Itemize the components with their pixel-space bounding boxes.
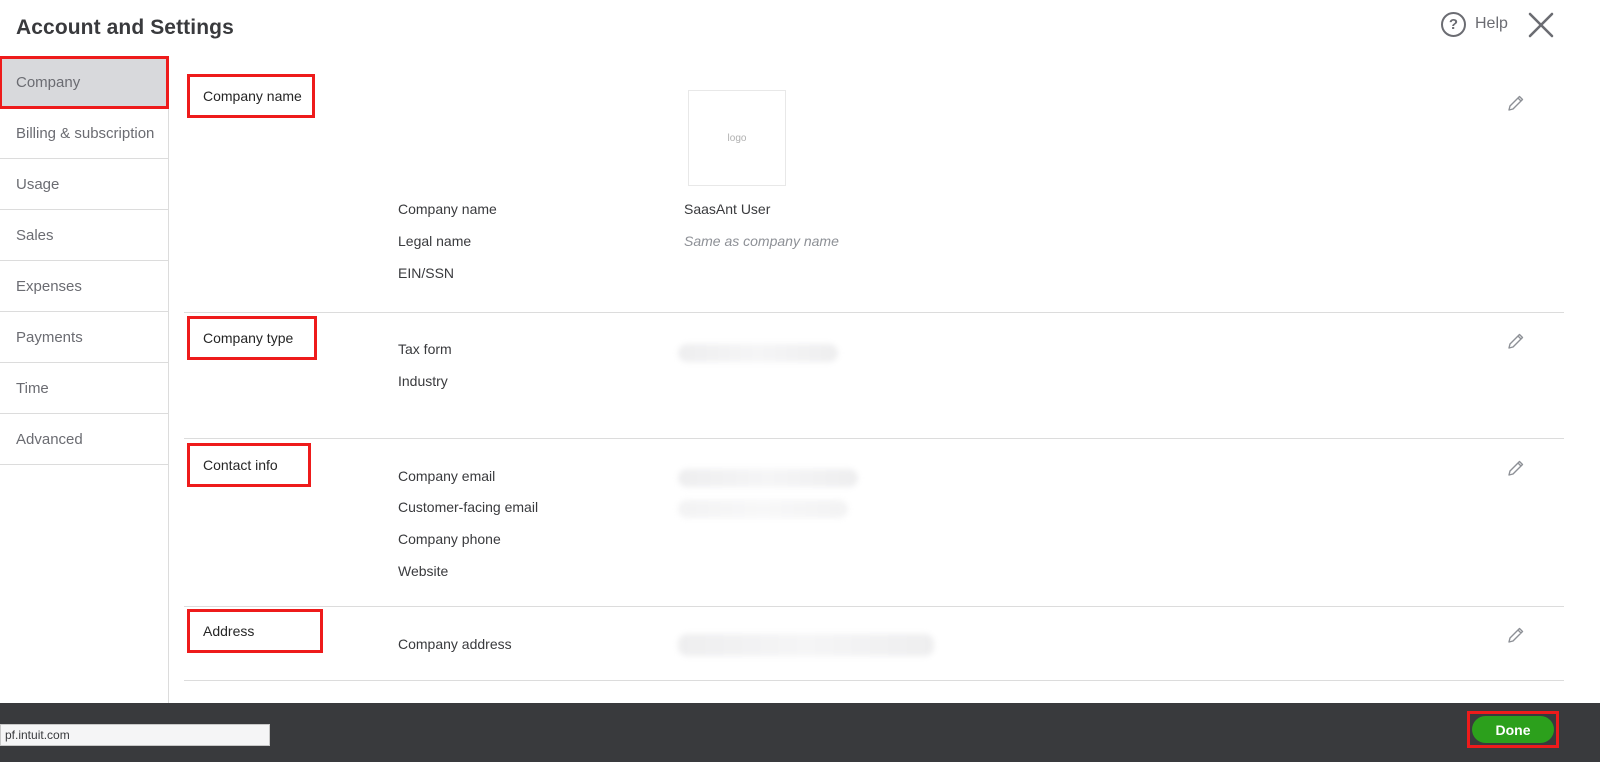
field-label-company-name: Company name bbox=[398, 201, 497, 217]
help-label: Help bbox=[1475, 15, 1508, 32]
redacted-value bbox=[678, 500, 848, 518]
company-name-section: Company name Company name SaasAnt User L… bbox=[184, 60, 1564, 313]
pencil-icon[interactable] bbox=[1506, 331, 1526, 351]
redacted-value bbox=[678, 634, 934, 656]
sidebar-item-usage[interactable]: Usage bbox=[0, 159, 168, 210]
sidebar-item-company[interactable]: Company bbox=[0, 56, 169, 109]
help-button[interactable]: ? Help bbox=[1441, 11, 1508, 37]
sidebar-item-expenses[interactable]: Expenses bbox=[0, 261, 168, 312]
done-button-highlight: Done bbox=[1467, 711, 1559, 748]
section-title: Address bbox=[187, 609, 323, 653]
field-value-company-name: SaasAnt User bbox=[684, 201, 771, 217]
company-logo-placeholder[interactable]: logo bbox=[688, 90, 786, 186]
sidebar-item-payments[interactable]: Payments bbox=[0, 312, 168, 363]
question-circle-icon: ? bbox=[1441, 11, 1466, 37]
field-label-company-email: Company email bbox=[398, 468, 496, 484]
field-label-company-address: Company address bbox=[398, 636, 512, 652]
redacted-value bbox=[678, 469, 858, 487]
field-label-customer-facing-email: Customer-facing email bbox=[398, 499, 539, 515]
section-title: Company name bbox=[187, 74, 315, 118]
pencil-icon[interactable] bbox=[1506, 625, 1526, 645]
sidebar-item-time[interactable]: Time bbox=[0, 363, 168, 414]
company-type-section: Company type Tax form Industry bbox=[184, 312, 1564, 439]
field-value-legal-name: Same as company name bbox=[684, 233, 839, 249]
sidebar-item-sales[interactable]: Sales bbox=[0, 210, 168, 261]
field-label-industry: Industry bbox=[398, 373, 448, 389]
sidebar-item-billing-subscription[interactable]: Billing & subscription bbox=[0, 108, 168, 159]
contact-info-section: Contact info Company email Customer-faci… bbox=[184, 438, 1564, 607]
status-bar-url: pf.intuit.com bbox=[0, 724, 270, 746]
done-button[interactable]: Done bbox=[1472, 716, 1554, 743]
pencil-icon[interactable] bbox=[1506, 458, 1526, 478]
sidebar-item-advanced[interactable]: Advanced bbox=[0, 414, 168, 465]
section-title: Company type bbox=[187, 316, 317, 360]
field-label-legal-name: Legal name bbox=[398, 233, 472, 249]
field-label-ein-ssn: EIN/SSN bbox=[398, 265, 455, 281]
close-icon[interactable] bbox=[1526, 10, 1556, 40]
field-label-tax-form: Tax form bbox=[398, 341, 452, 357]
logo-placeholder-text: logo bbox=[727, 132, 747, 144]
section-title: Contact info bbox=[187, 443, 311, 487]
page-title: Account and Settings bbox=[16, 16, 234, 39]
field-label-company-phone: Company phone bbox=[398, 531, 501, 547]
settings-sidebar: Company Billing & subscription Usage Sal… bbox=[0, 56, 169, 705]
pencil-icon[interactable] bbox=[1506, 93, 1526, 113]
redacted-value bbox=[678, 344, 838, 362]
address-section: Address Company address bbox=[184, 606, 1564, 681]
field-label-website: Website bbox=[398, 563, 449, 579]
